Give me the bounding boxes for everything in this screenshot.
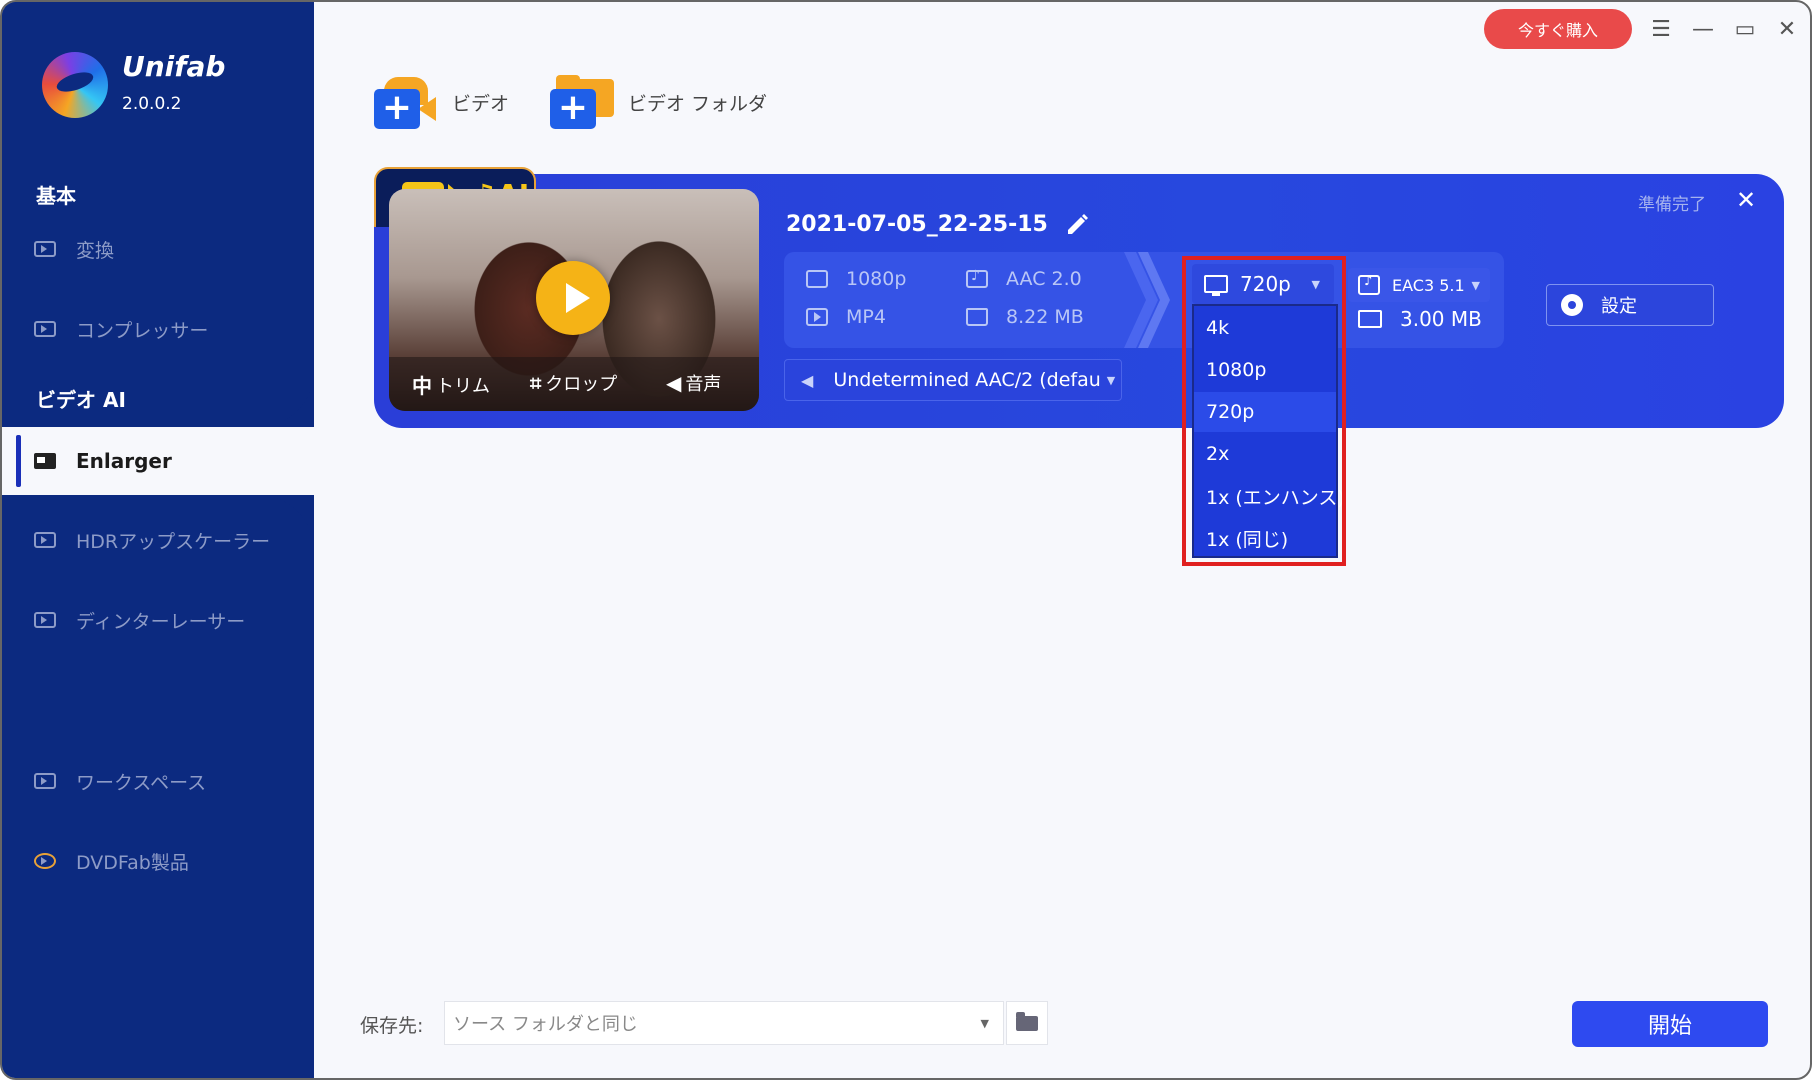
section-basic-title: 基本 bbox=[36, 184, 76, 208]
gear-icon bbox=[1561, 294, 1583, 316]
resolution-option-720p[interactable]: 720p bbox=[1194, 392, 1336, 432]
app-name: Unifab bbox=[122, 50, 226, 83]
folder-icon bbox=[966, 308, 988, 326]
output-resolution-select[interactable]: 720p ▼ bbox=[1192, 264, 1334, 304]
source-container: MP4 bbox=[806, 306, 886, 328]
settings-button[interactable]: 設定 bbox=[1546, 284, 1714, 326]
source-size-value: 8.22 MB bbox=[1006, 306, 1084, 328]
sidebar-item-label: Enlarger bbox=[76, 449, 172, 473]
open-folder-icon bbox=[1016, 1011, 1038, 1031]
source-size: 8.22 MB bbox=[966, 306, 1084, 328]
app-window: Unifab 2.0.0.2 基本 変換 コンプレッサー ビデオ AI Enla… bbox=[0, 0, 1812, 1080]
play-button[interactable] bbox=[536, 261, 610, 335]
remove-task-icon[interactable]: ✕ bbox=[1736, 186, 1756, 214]
file-name: 2021-07-05_22-25-15 bbox=[786, 212, 1048, 237]
dvdfab-icon bbox=[34, 853, 56, 869]
source-resolution-value: 1080p bbox=[846, 268, 907, 290]
save-location-value: ソース フォルダと同じ bbox=[453, 1014, 638, 1035]
video-file-icon bbox=[806, 308, 828, 326]
crop-label: クロップ bbox=[545, 374, 618, 395]
add-video-button[interactable]: + ビデオ bbox=[374, 72, 509, 132]
crop-button[interactable]: ⌗ クロップ bbox=[530, 370, 617, 396]
audio-button[interactable]: ◀ 音声 bbox=[666, 370, 721, 396]
add-folder-icon: + bbox=[550, 75, 614, 129]
browse-folder-button[interactable] bbox=[1006, 1001, 1048, 1045]
save-location-select[interactable]: ソース フォルダと同じ ▼ bbox=[444, 1001, 1004, 1045]
sidebar-item-deinterlacer[interactable]: ディンターレーサー bbox=[2, 597, 314, 643]
audio-label: 音声 bbox=[685, 374, 722, 395]
add-folder-label: ビデオ フォルダ bbox=[628, 92, 768, 115]
source-resolution: 1080p bbox=[806, 268, 906, 290]
music-icon bbox=[1358, 274, 1380, 295]
trim-label: トリム bbox=[436, 375, 490, 397]
monitor-icon bbox=[1204, 275, 1228, 296]
deinterlacer-icon bbox=[34, 612, 56, 628]
sidebar-item-label: コンプレッサー bbox=[76, 319, 209, 342]
sidebar-item-hdr-upscaler[interactable]: HDRアップスケーラー bbox=[2, 517, 314, 563]
music-icon bbox=[966, 268, 988, 288]
sidebar-item-label: ワークスペース bbox=[76, 771, 207, 794]
edit-icon[interactable] bbox=[1064, 210, 1090, 236]
speaker-icon: ◀ bbox=[801, 370, 814, 390]
monitor-icon bbox=[806, 270, 828, 288]
output-audio-select[interactable]: EAC3 5.1 ▼ bbox=[1348, 268, 1490, 302]
sidebar-item-label: ディンターレーサー bbox=[76, 610, 246, 633]
maximize-icon[interactable]: ▭ bbox=[1730, 14, 1760, 44]
folder-icon bbox=[1358, 310, 1382, 328]
sidebar-item-label: HDRアップスケーラー bbox=[76, 530, 271, 553]
app-version: 2.0.0.2 bbox=[122, 94, 182, 114]
resolution-option-2x[interactable]: 2x bbox=[1194, 434, 1336, 474]
settings-label: 設定 bbox=[1601, 296, 1637, 317]
minimize-icon[interactable]: — bbox=[1688, 14, 1718, 44]
resolution-option-1x-same[interactable]: 1x (同じ) bbox=[1194, 518, 1336, 558]
chevron-right-icon bbox=[1124, 252, 1170, 348]
convert-icon bbox=[34, 241, 56, 257]
source-container-value: MP4 bbox=[846, 306, 886, 328]
add-video-icon: + bbox=[374, 75, 438, 129]
chevron-down-icon: ▼ bbox=[1471, 278, 1480, 292]
workspace-icon bbox=[34, 773, 56, 789]
sidebar-item-workspace[interactable]: ワークスペース bbox=[2, 758, 314, 804]
chevron-down-icon: ▼ bbox=[1311, 277, 1320, 291]
output-resolution-value: 720p bbox=[1240, 272, 1291, 296]
output-audio-value: EAC3 5.1 bbox=[1392, 275, 1465, 295]
sidebar: Unifab 2.0.0.2 基本 変換 コンプレッサー ビデオ AI Enla… bbox=[2, 2, 314, 1078]
hamburger-icon[interactable]: ☰ bbox=[1646, 14, 1676, 44]
unifab-logo-icon bbox=[42, 52, 108, 118]
save-to-label: 保存先: bbox=[360, 1015, 424, 1037]
audio-track-value: Undetermined AAC/2 (defau bbox=[833, 369, 1101, 391]
section-video-ai-title: ビデオ AI bbox=[36, 388, 126, 412]
sidebar-item-compressor[interactable]: コンプレッサー bbox=[2, 306, 314, 352]
sidebar-item-dvdfab[interactable]: DVDFab製品 bbox=[2, 838, 314, 884]
chevron-down-icon: ▼ bbox=[980, 1016, 989, 1030]
output-size: 3.00 MB bbox=[1358, 307, 1482, 331]
sidebar-item-label: DVDFab製品 bbox=[76, 851, 189, 874]
close-icon[interactable]: ✕ bbox=[1772, 14, 1802, 44]
start-button[interactable]: 開始 bbox=[1572, 1001, 1768, 1047]
trim-icon: 中 bbox=[412, 374, 432, 398]
resolution-option-4k[interactable]: 4k bbox=[1194, 308, 1336, 348]
audio-track-select[interactable]: ◀ Undetermined AAC/2 (defau ▼ bbox=[784, 359, 1122, 401]
sidebar-item-enlarger[interactable]: Enlarger bbox=[2, 427, 314, 495]
hdr-icon bbox=[34, 532, 56, 548]
source-audio-value: AAC 2.0 bbox=[1006, 268, 1082, 290]
add-folder-button[interactable]: + ビデオ フォルダ bbox=[550, 72, 767, 132]
output-size-value: 3.00 MB bbox=[1400, 307, 1482, 331]
enlarger-icon bbox=[34, 453, 56, 469]
resolution-option-1080p[interactable]: 1080p bbox=[1194, 350, 1336, 390]
sidebar-item-label: 変換 bbox=[76, 239, 115, 262]
sidebar-item-convert[interactable]: 変換 bbox=[2, 226, 314, 272]
status-text: 準備完了 bbox=[1638, 195, 1706, 215]
resolution-dropdown: 4k 1080p 720p 2x 1x (エンハンス) 1x (同じ) bbox=[1192, 304, 1345, 558]
compressor-icon bbox=[34, 321, 56, 337]
speaker-icon: ◀ bbox=[666, 371, 682, 395]
buy-now-button[interactable]: 今すぐ購入 bbox=[1484, 9, 1632, 49]
trim-button[interactable]: 中 トリム bbox=[412, 370, 490, 399]
add-video-label: ビデオ bbox=[452, 92, 510, 115]
chevron-down-icon: ▼ bbox=[1106, 373, 1116, 387]
crop-icon: ⌗ bbox=[530, 371, 542, 395]
resolution-option-1x-enhance[interactable]: 1x (エンハンス) bbox=[1194, 476, 1345, 516]
source-audio: AAC 2.0 bbox=[966, 268, 1082, 290]
